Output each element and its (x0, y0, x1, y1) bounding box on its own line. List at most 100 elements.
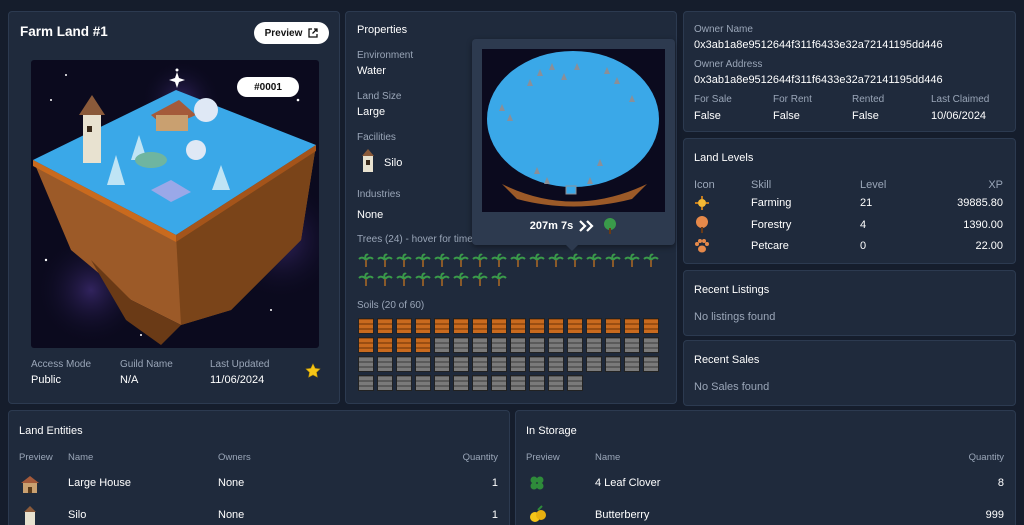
last-updated-value: 11/06/2024 (210, 374, 265, 386)
soil-tile-empty (396, 356, 412, 372)
soil-tile-tilled (415, 318, 431, 334)
tree-icon[interactable] (472, 271, 488, 287)
tree-timer-value: 207m 7s (529, 220, 574, 232)
soil-tile-empty (377, 356, 393, 372)
soil-tile-empty (567, 337, 583, 353)
tree-icon[interactable] (529, 252, 545, 268)
grown-tree-icon (604, 218, 617, 234)
preview-button[interactable]: Preview (254, 22, 329, 44)
owner-address-value[interactable]: 0x3ab1a8e9512644f311f6433e32a72141195dd4… (694, 74, 943, 86)
no-sales-text: No Sales found (694, 381, 770, 393)
tree-icon[interactable] (415, 271, 431, 287)
tree-icon[interactable] (586, 252, 602, 268)
levels-header-level: Level (860, 179, 887, 191)
soil-tile-empty (472, 337, 488, 353)
tree-icon[interactable] (396, 252, 412, 268)
tree-icon[interactable] (567, 252, 583, 268)
tree-icon[interactable] (415, 252, 431, 268)
levels-header-icon: Icon (694, 179, 715, 191)
land-title: Farm Land #1 (20, 24, 108, 39)
facility-value: Silo (384, 157, 403, 169)
storage-item-name: Butterberry (595, 509, 650, 521)
tree-icon[interactable] (434, 271, 450, 287)
soil-tile-empty (529, 337, 545, 353)
favorite-star-icon[interactable] (305, 363, 321, 379)
access-mode: Access Mode Public (31, 359, 91, 386)
last-updated-label: Last Updated (210, 359, 270, 370)
soil-tile-empty (567, 356, 583, 372)
for-rent: For Rent False (773, 94, 812, 122)
entity-quantity: 1 (491, 477, 498, 489)
tree-icon[interactable] (491, 271, 507, 287)
soil-tile-empty (529, 356, 545, 372)
soil-tile-empty (510, 375, 526, 391)
clover-icon (530, 476, 544, 490)
soil-tile-empty (567, 375, 583, 391)
tree-icon[interactable] (453, 252, 469, 268)
soil-tile-empty (605, 356, 621, 372)
soil-tile-empty (415, 356, 431, 372)
double-chevron-right-icon (579, 220, 594, 232)
land-size-label: Land Size (357, 91, 402, 102)
entities-header-name: Name (68, 452, 94, 463)
owner-name-value[interactable]: 0x3ab1a8e9512644f311f6433e32a72141195dd4… (694, 39, 943, 51)
tree-icon[interactable] (491, 252, 507, 268)
tree-icon[interactable] (605, 252, 621, 268)
tree-icon[interactable] (548, 252, 564, 268)
environment-value: Water (357, 65, 386, 77)
recent-listings-panel: Recent Listings No listings found (683, 270, 1016, 336)
soil-tile-empty (377, 375, 393, 391)
levels-header: Icon Skill Level XP (684, 179, 1015, 199)
recent-sales-panel: Recent Sales No Sales found (683, 340, 1016, 406)
soil-tile-empty (624, 337, 640, 353)
tree-icon[interactable] (396, 271, 412, 287)
tree-icon[interactable] (510, 252, 526, 268)
land-entities-panel: Land Entities Preview Name Owners Quanti… (8, 410, 510, 525)
silo-icon (24, 506, 36, 525)
tree-icon[interactable] (643, 252, 659, 268)
for-sale-value: False (694, 110, 721, 122)
facilities-label: Facilities (357, 132, 396, 143)
soil-tile-tilled (377, 337, 393, 353)
soil-tile-tilled (472, 318, 488, 334)
tree-icon[interactable] (434, 252, 450, 268)
level-skill: Forestry (751, 219, 792, 231)
farming-icon (695, 196, 709, 210)
soil-tile-empty (434, 356, 450, 372)
soil-tile-empty (472, 356, 488, 372)
tree-icon[interactable] (472, 252, 488, 268)
soil-tile-empty (415, 375, 431, 391)
soil-tile-tilled (548, 318, 564, 334)
level-row-forestry: Forestry 4 1390.00 (684, 216, 1015, 239)
tree-timer-tooltip: 207m 7s (472, 39, 675, 251)
tree-timer: 207m 7s (472, 218, 675, 234)
entity-owners: None (218, 509, 245, 521)
last-claimed-value: 10/06/2024 (931, 110, 987, 122)
last-claimed-label: Last Claimed (931, 94, 990, 105)
soil-tile-tilled (510, 318, 526, 334)
soil-tile-empty (453, 337, 469, 353)
soil-tile-empty (605, 337, 621, 353)
level-row-farming: Farming 21 39885.80 (684, 196, 1015, 217)
land-size-value: Large (357, 106, 386, 118)
tree-icon[interactable] (624, 252, 640, 268)
land-preview-image (31, 60, 319, 348)
soil-tile-empty (586, 337, 602, 353)
soil-tile-empty (472, 375, 488, 391)
for-sale: For Sale False (694, 94, 732, 122)
soil-tile-tilled (529, 318, 545, 334)
tree-icon[interactable] (377, 252, 393, 268)
tree-icon[interactable] (453, 271, 469, 287)
soils-label: Soils (20 of 60) (357, 300, 425, 311)
large-house-icon (21, 476, 39, 493)
tree-icon[interactable] (358, 271, 374, 287)
soil-tile-tilled (415, 337, 431, 353)
soil-tile-empty (510, 337, 526, 353)
rented-label: Rented (852, 94, 885, 105)
for-rent-label: For Rent (773, 94, 812, 105)
tree-icon[interactable] (358, 252, 374, 268)
soil-tile-empty (643, 337, 659, 353)
trees-grid (358, 252, 668, 287)
soil-tile-tilled (605, 318, 621, 334)
tree-icon[interactable] (377, 271, 393, 287)
